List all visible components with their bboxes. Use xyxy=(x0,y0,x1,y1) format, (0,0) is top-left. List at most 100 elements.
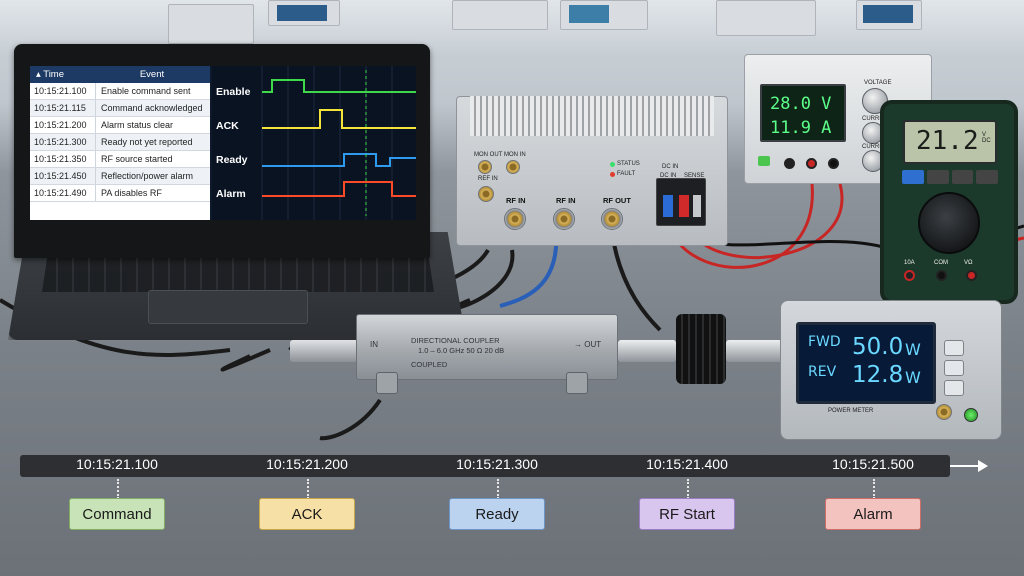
rf-in-connector[interactable] xyxy=(504,208,526,230)
dc-label: SENSE xyxy=(684,173,705,179)
event-description: RF source started xyxy=(101,154,173,164)
event-description: Reflection/power alarm xyxy=(101,171,194,181)
power-meter-brand: POWER METER xyxy=(828,408,874,414)
mon-out-connector[interactable] xyxy=(478,160,492,174)
dmm-button[interactable] xyxy=(951,170,974,184)
rf-out-connector[interactable] xyxy=(601,208,623,230)
table-row[interactable]: 10:15:21.450 Reflection/power alarm xyxy=(30,168,210,185)
table-row[interactable]: 10:15:21.115 Command acknowledged xyxy=(30,100,210,117)
dmm-10a-jack[interactable] xyxy=(904,270,915,281)
coupler-in-label: IN xyxy=(370,340,378,349)
status-label: STATUS xyxy=(617,161,640,167)
power-button[interactable] xyxy=(964,408,978,422)
sensor-connector[interactable] xyxy=(936,404,952,420)
event-description: Ready not yet reported xyxy=(101,137,193,147)
table-row[interactable]: 10:15:21.300 Ready not yet reported xyxy=(30,134,210,151)
dmm-jack-label: VΩ xyxy=(964,260,973,266)
dmm-button[interactable] xyxy=(976,170,998,184)
timeline-phase-rf-start: RF Start xyxy=(639,498,735,530)
fault-led xyxy=(610,172,615,177)
dmm-jack-label: COM xyxy=(934,260,948,266)
meter-button[interactable] xyxy=(944,340,964,356)
coupler-input-adapter xyxy=(290,340,358,362)
fwd-value: 50.0 xyxy=(852,334,904,360)
event-time: 10:15:21.100 xyxy=(30,83,96,99)
event-time: 10:15:21.450 xyxy=(30,168,96,184)
table-row[interactable]: 10:15:21.490 PA disables RF xyxy=(30,185,210,202)
timeline-tick-label: 10:15:21.200 xyxy=(266,456,348,472)
negative-jack[interactable] xyxy=(828,158,839,169)
laptop-trackpad xyxy=(148,290,308,324)
coupler-foot xyxy=(566,372,588,394)
event-description: Command acknowledged xyxy=(101,103,203,113)
power-switch[interactable] xyxy=(758,156,770,166)
timeline-arrow-icon xyxy=(950,460,988,472)
time-column-header: ▴ Time xyxy=(36,69,65,80)
timeline-tick-label: 10:15:21.300 xyxy=(456,456,538,472)
event-description: PA disables RF xyxy=(101,188,162,198)
psu-voltage-readout: 28.0 V xyxy=(770,94,832,114)
event-log-rows: 10:15:21.100 Enable command sent 10:15:21.… xyxy=(30,83,210,202)
coupler-title: DIRECTIONAL COUPLER xyxy=(411,336,500,345)
timeline-tick-label: 10:15:21.100 xyxy=(76,456,158,472)
table-row[interactable]: 10:15:21.100 Enable command sent xyxy=(30,83,210,100)
timeline-tick-line xyxy=(497,479,499,499)
coupler-spec: 1.0 – 6.0 GHz 50 Ω 20 dB xyxy=(418,346,505,355)
meter-button[interactable] xyxy=(944,360,964,376)
fault-label: FAULT xyxy=(617,171,636,177)
timeline-tick-line xyxy=(307,479,309,499)
dmm-v-jack[interactable] xyxy=(966,270,977,281)
dmm-com-jack[interactable] xyxy=(936,270,947,281)
event-time: 10:15:21.300 xyxy=(30,134,96,150)
dc-label: DC IN xyxy=(660,173,677,179)
table-row[interactable]: 10:15:21.200 Alarm status clear xyxy=(30,117,210,134)
positive-jack[interactable] xyxy=(806,158,817,169)
rf-in-connector[interactable] xyxy=(553,208,575,230)
timeline-phase-ready: Ready xyxy=(449,498,545,530)
timeline-phase-command: Command xyxy=(69,498,165,530)
coupler-out-label: → OUT xyxy=(574,340,602,349)
mon-in-connector[interactable] xyxy=(506,160,520,174)
rev-label: REV xyxy=(808,364,837,380)
psu-knob-label: VOLTAGE xyxy=(864,80,892,86)
attenuator-output-adapter xyxy=(726,340,782,362)
port-label: REF IN xyxy=(478,176,498,182)
waveform-label: Ready xyxy=(216,154,248,166)
waveform-trace-enable xyxy=(262,79,416,93)
timeline-tick-label: 10:15:21.500 xyxy=(832,456,914,472)
dmm-button-row xyxy=(902,170,998,184)
meter-button[interactable] xyxy=(944,380,964,396)
dmm-reading: 21.2 xyxy=(916,126,979,156)
dmm-rotary-dial[interactable] xyxy=(918,192,980,254)
laptop-display: ▴ Time Event 10:15:21.100 Enable command … xyxy=(30,66,416,220)
coupled-port[interactable] xyxy=(376,372,398,394)
coupler-coupled-label: COUPLED xyxy=(411,360,448,369)
fwd-label: FWD xyxy=(808,334,841,350)
output-jack[interactable] xyxy=(784,158,795,169)
dmm-button[interactable] xyxy=(926,170,949,184)
status-led xyxy=(610,162,615,167)
ref-in-connector[interactable] xyxy=(478,186,494,202)
port-label: RF IN xyxy=(506,196,526,205)
table-row[interactable]: 10:15:21.350 RF source started xyxy=(30,151,210,168)
timeline-tick-line xyxy=(873,479,875,499)
port-label: MON IN xyxy=(504,152,526,158)
waveform-label: Enable xyxy=(216,86,251,98)
event-time: 10:15:21.200 xyxy=(30,117,96,133)
heatsink-fins xyxy=(470,96,714,136)
waveform-panel: Enable ACK Ready Alarm xyxy=(212,66,416,220)
event-column-header: Event xyxy=(139,69,165,80)
event-description: Alarm status clear xyxy=(101,120,174,130)
fwd-unit: W xyxy=(905,340,921,359)
dmm-button[interactable] xyxy=(902,170,924,184)
event-time: 10:15:21.115 xyxy=(30,100,96,116)
event-time: 10:15:21.490 xyxy=(30,185,96,201)
dmm-unit: V DC xyxy=(982,132,991,144)
dmm-jack-label: 10A xyxy=(904,260,915,266)
waveform-label: Alarm xyxy=(216,188,246,200)
waveform-label: ACK xyxy=(216,120,239,132)
lab-bench-scene: ▴ Time Event 10:15:21.100 Enable command … xyxy=(0,0,1024,576)
waveform-trace-ack xyxy=(262,109,416,129)
dc-label: DC IN xyxy=(662,164,679,170)
timeline-tick-line xyxy=(687,479,689,499)
